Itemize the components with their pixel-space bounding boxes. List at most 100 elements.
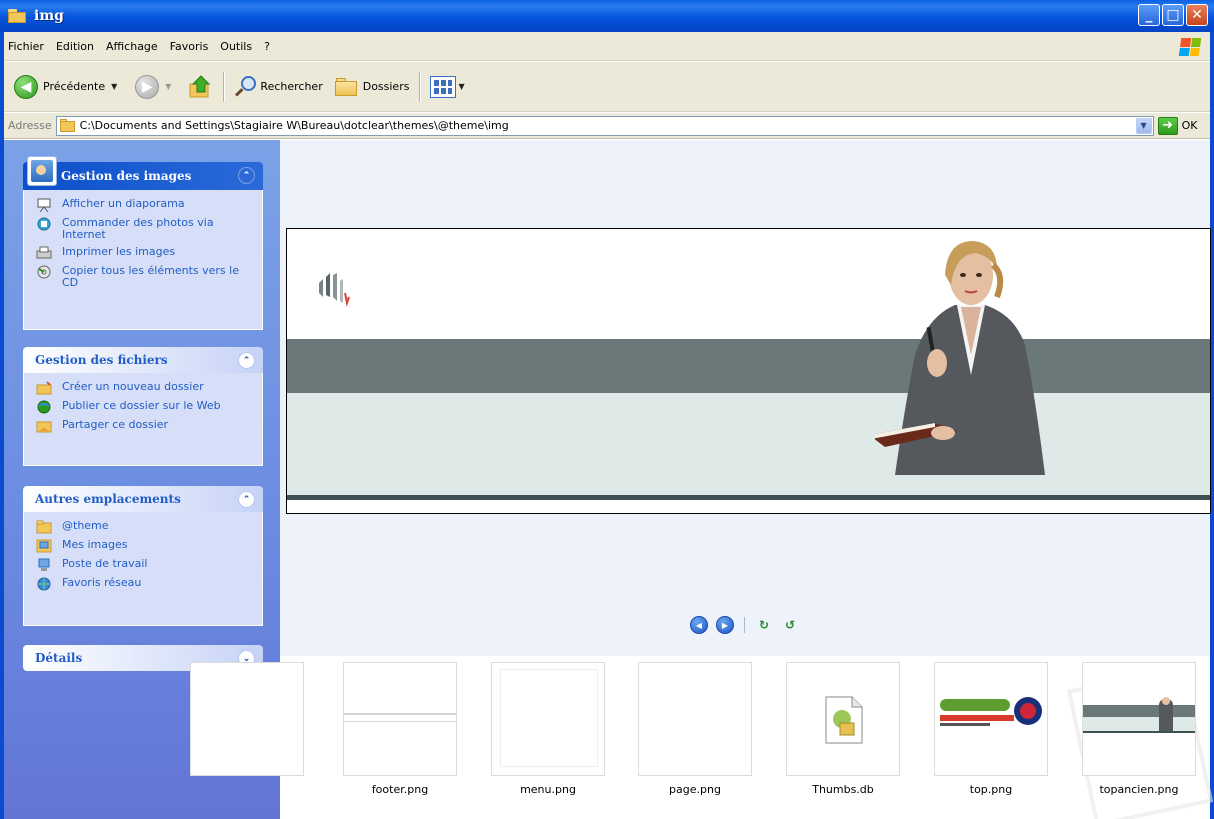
publish-web-icon [37, 400, 51, 414]
picture-tasks-body: Afficher un diaporama Commander des phot… [23, 190, 263, 330]
folder-up-icon [189, 74, 211, 97]
address-input[interactable]: C:\Documents and Settings\Stagiaire W\Bu… [55, 115, 1154, 136]
search-button[interactable]: Rechercher [230, 69, 326, 105]
thumbnail-thumbs-db[interactable] [786, 662, 900, 776]
chevron-down-icon[interactable]: ▼ [458, 82, 464, 91]
thumbnail-topancien[interactable] [1082, 662, 1196, 776]
menu-affichage[interactable]: Affichage [100, 40, 164, 53]
menu-fichier[interactable]: Fichier [4, 40, 50, 53]
other-places-title: Autres emplacements [35, 492, 181, 506]
forward-arrow-icon: ▶ [135, 74, 160, 99]
other-places-header[interactable]: Autres emplacements ⌃ [23, 486, 263, 512]
close-button[interactable]: ✕ [1186, 4, 1208, 26]
back-label: Précédente [43, 80, 106, 93]
collapse-icon[interactable]: ⌃ [238, 491, 255, 508]
toolbar: ◀ Précédente ▼ ▶ ▼ Rechercher Dossiers ▼ [4, 62, 1210, 112]
address-bar: Adresse C:\Documents and Settings\Stagia… [4, 113, 1210, 139]
menu-help[interactable]: ? [258, 40, 276, 53]
file-tasks-title: Gestion des fichiers [35, 353, 168, 367]
folders-button[interactable]: Dossiers [331, 69, 414, 105]
views-button[interactable]: ▼ [426, 69, 468, 105]
thumbnail-footer[interactable] [343, 662, 457, 776]
file-tasks-header[interactable]: Gestion des fichiers ⌃ [23, 347, 263, 373]
banner-light-band [287, 393, 1210, 495]
order-photos-icon [37, 217, 51, 231]
rotate-clockwise-icon[interactable]: ↻ [755, 618, 773, 632]
address-label: Adresse [8, 119, 52, 132]
place-my-computer[interactable]: Poste de travail [36, 558, 254, 572]
go-button[interactable]: ➜ OK [1157, 116, 1198, 135]
maximize-button[interactable]: □ [1162, 4, 1184, 26]
title-bar[interactable]: img _ □ ✕ [0, 0, 1214, 32]
thumbnail-menu[interactable] [491, 662, 605, 776]
task-share-folder[interactable]: Partager ce dossier [36, 419, 254, 433]
folders-label: Dossiers [362, 80, 410, 93]
thumbnail-label: footer.png [371, 783, 429, 796]
task-print-images[interactable]: Imprimer les images [36, 246, 254, 260]
up-folder-button[interactable] [183, 69, 217, 105]
chevron-down-icon[interactable]: ▼ [165, 82, 171, 91]
pansource-logo [940, 697, 1042, 726]
menu-edition[interactable]: Edition [50, 40, 100, 53]
thumbnail-top[interactable] [934, 662, 1048, 776]
task-publish-web[interactable]: Publier ce dossier sur le Web [36, 400, 254, 414]
thumbnail-page[interactable] [638, 662, 752, 776]
cd-icon [37, 265, 51, 279]
task-slideshow[interactable]: Afficher un diaporama [36, 198, 254, 212]
picture-tasks-icon [27, 156, 57, 186]
picture-tasks-panel: Gestion des images ⌃ Afficher un diapora… [23, 156, 263, 330]
collapse-icon[interactable]: ⌃ [238, 167, 255, 184]
viewer-tools: ◀ ▶ ↻ ↺ [690, 616, 799, 634]
thumbnail-label: page.png [669, 783, 721, 796]
back-arrow-icon: ◀ [14, 74, 38, 99]
database-file-icon [825, 696, 863, 744]
rotate-counterclockwise-icon[interactable]: ↺ [781, 618, 799, 632]
views-icon [430, 75, 457, 98]
file-tasks-body: Créer un nouveau dossier Publier ce doss… [23, 373, 263, 466]
chevron-down-icon[interactable]: ▼ [1135, 117, 1152, 134]
chevron-down-icon[interactable]: ▼ [111, 82, 117, 91]
slideshow-icon [37, 198, 51, 212]
go-arrow-icon: ➜ [1157, 116, 1178, 135]
task-order-photos[interactable]: Commander des photos via Internet [36, 217, 254, 241]
thumbnail-partial[interactable] [190, 662, 304, 776]
go-label: OK [1181, 119, 1198, 132]
place-network[interactable]: Favoris réseau [36, 577, 254, 591]
task-copy-to-cd[interactable]: Copier tous les éléments vers le CD [36, 265, 254, 289]
other-places-panel: Autres emplacements ⌃ @theme Mes images … [23, 486, 263, 626]
preview-image[interactable] [286, 228, 1211, 514]
image-preview-area: ◀ ▶ ↻ ↺ [280, 140, 1211, 656]
banner-bottom [287, 500, 1210, 513]
previous-image-button[interactable]: ◀ [690, 616, 708, 634]
minimize-button[interactable]: _ [1138, 4, 1160, 26]
filmstrip: footer.png menu.png page.png Thumbs.db t… [190, 656, 1214, 819]
banner-dark-band [287, 339, 1210, 393]
thumbnail-label: topancien.png [1099, 783, 1179, 796]
place-theme[interactable]: @theme [36, 520, 254, 534]
window-controls: _ □ ✕ [1138, 4, 1208, 26]
folder-icon [36, 520, 52, 534]
file-tasks-panel: Gestion des fichiers ⌃ Créer un nouveau … [23, 347, 263, 466]
next-image-button[interactable]: ▶ [716, 616, 734, 634]
businesswoman-photo [875, 241, 1045, 475]
collapse-icon[interactable]: ⌃ [238, 352, 255, 369]
menu-bar: Fichier Edition Affichage Favoris Outils… [4, 32, 1210, 61]
my-pictures-icon [36, 539, 52, 553]
menu-favoris[interactable]: Favoris [164, 40, 215, 53]
folder-icon [8, 9, 28, 23]
window-title: img [34, 8, 64, 24]
menu-outils[interactable]: Outils [214, 40, 258, 53]
picture-tasks-header[interactable]: Gestion des images ⌃ [23, 156, 263, 190]
toolbar-separator [419, 71, 421, 102]
tool-separator [744, 617, 745, 633]
task-new-folder[interactable]: Créer un nouveau dossier [36, 381, 254, 395]
windows-logo-icon [1178, 38, 1202, 56]
forward-button[interactable]: ▶ ▼ [131, 69, 175, 105]
thumbnail-label: Thumbs.db [812, 783, 874, 796]
banner-logo [319, 273, 350, 307]
network-icon [37, 577, 51, 591]
address-path: C:\Documents and Settings\Stagiaire W\Bu… [79, 119, 509, 132]
place-my-pictures[interactable]: Mes images [36, 539, 254, 553]
toolbar-separator [223, 71, 225, 102]
back-button[interactable]: ◀ Précédente ▼ [10, 69, 121, 105]
